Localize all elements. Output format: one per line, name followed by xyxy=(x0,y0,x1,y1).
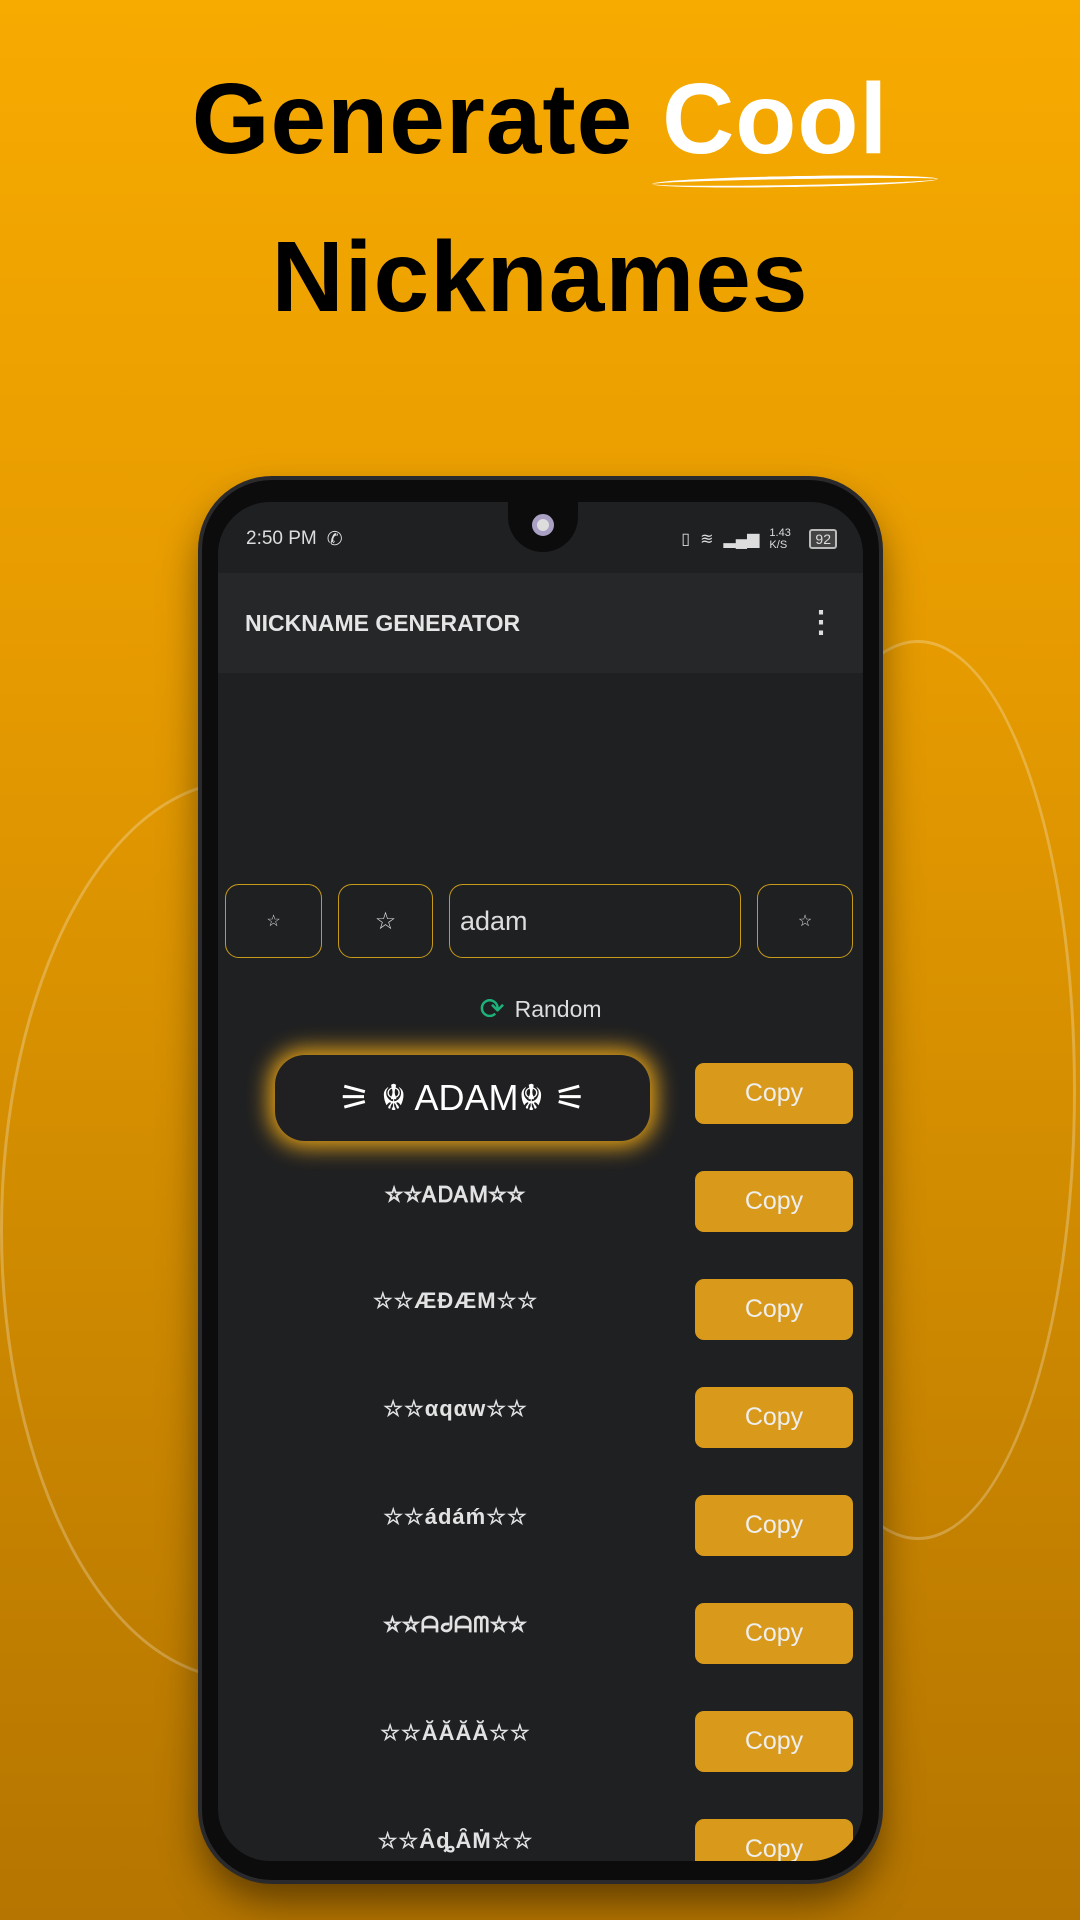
prefix-symbol-1[interactable]: ☆ xyxy=(225,884,322,958)
nickname-text: ☆☆ȂȡȂṀ☆☆ xyxy=(377,1828,534,1853)
whatsapp-icon: ✆ xyxy=(326,528,343,550)
status-time: 2:50 PM xyxy=(246,528,317,549)
copy-button[interactable]: Copy xyxy=(695,1603,853,1664)
refresh-icon: ⟳ xyxy=(479,993,505,1026)
promo-highlight: Cool xyxy=(662,63,889,175)
app-screen: 2:50 PM ✆ ▯ ≋ ▂▄▆ 1.43 K/S 92 NICKNAME G… xyxy=(218,502,863,1861)
copy-button[interactable]: Copy xyxy=(695,1171,853,1232)
nickname-text: ☆☆ᾸᾸᾸᾸ☆☆ xyxy=(380,1720,531,1745)
more-vert-icon[interactable]: ⋮ xyxy=(806,608,836,638)
copy-button[interactable]: Copy xyxy=(695,1819,853,1861)
vibrate-icon: ▯ xyxy=(681,531,691,548)
network-speed: 1.43 K/S xyxy=(769,526,791,551)
random-button[interactable]: ⟳ Random xyxy=(218,992,863,1027)
app-title: NICKNAME GENERATOR xyxy=(245,609,521,636)
battery-icon: 92 xyxy=(809,529,837,549)
nickname-text: ☆☆ᎪᎠᎪᎷ☆☆ xyxy=(385,1182,526,1207)
copy-button[interactable]: Copy xyxy=(695,1711,853,1772)
copy-button[interactable]: Copy xyxy=(695,1279,853,1340)
nickname-text: ☆☆ádáḿ☆☆ xyxy=(383,1504,528,1529)
copy-button[interactable]: Copy xyxy=(695,1387,853,1448)
nickname-highlighted: ⚞ ☬ ADAM☬ ⚟ xyxy=(275,1055,650,1141)
name-input[interactable]: adam xyxy=(449,884,741,958)
random-label: Random xyxy=(514,996,602,1022)
status-bar: 2:50 PM ✆ ▯ ≋ ▂▄▆ 1.43 K/S 92 xyxy=(246,524,837,554)
phone-frame: 2:50 PM ✆ ▯ ≋ ▂▄▆ 1.43 K/S 92 NICKNAME G… xyxy=(202,480,879,1880)
nickname-text: ☆☆ᗩᑯᗩᗰ☆☆ xyxy=(383,1612,528,1637)
promo-headline-line1: Generate Cool xyxy=(191,63,889,175)
app-bar: NICKNAME GENERATOR ⋮ xyxy=(218,573,863,673)
prefix-symbol-2[interactable]: ☆ xyxy=(338,884,433,958)
promo-headline-line2: Nicknames xyxy=(271,221,809,333)
wifi-icon: ≋ xyxy=(700,531,714,548)
suffix-symbol[interactable]: ☆ xyxy=(757,884,853,958)
signal-icon: ▂▄▆ xyxy=(723,531,760,548)
nickname-text: ☆☆ÆĐÆM☆☆ xyxy=(372,1288,539,1313)
copy-button[interactable]: Copy xyxy=(695,1495,853,1556)
nickname-text: ☆☆αqαw☆☆ xyxy=(383,1396,528,1421)
copy-button[interactable]: Copy xyxy=(695,1063,853,1124)
